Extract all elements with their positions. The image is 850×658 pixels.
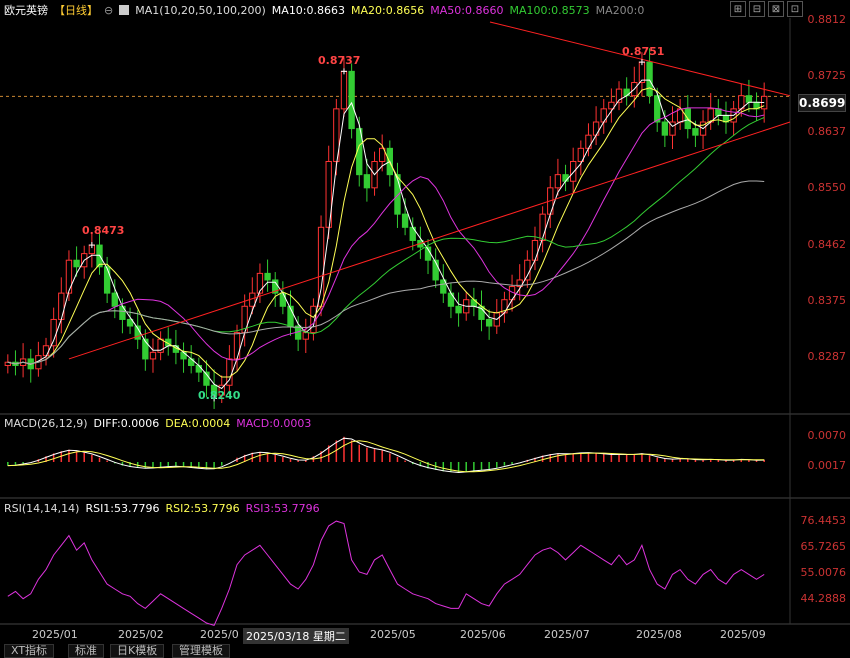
current-price-tag: 0.8699 [798,94,846,112]
minimize-panel-icon[interactable]: ⊟ [749,1,765,17]
candle-body [310,305,317,334]
candle-body [73,259,80,268]
ma10-value: MA10:0.8663 [271,3,346,17]
date-label: 2025/09 [720,628,766,641]
date-label: 2025/07 [544,628,590,641]
ma-indicator-icon[interactable] [119,5,130,15]
chart-svg[interactable] [0,0,850,652]
candle-body [592,121,600,136]
candle-body [233,332,241,360]
price-tick: 0.8462 [807,238,847,251]
candle-body [363,174,371,189]
chart-header: 欧元英镑 【日线】 ⊖ MA1(10,20,50,100,200) MA10:0… [4,2,644,18]
high-annotation: 0.8473 [82,224,125,237]
candle-body [485,318,493,327]
date-label: 2025/01 [32,628,78,641]
candle-body [279,292,287,307]
date-label: 2025/02 [118,628,164,641]
rsi1-value: RSI1:53.7796 [85,502,160,515]
rsi2-value: RSI2:53.7796 [165,502,240,515]
rsi3-value: RSI3:53.7796 [245,502,320,515]
candle-body [65,259,73,294]
candle-body [692,128,699,136]
price-tick: 0.8287 [807,350,847,363]
period-label[interactable]: 【日线】 [54,2,98,18]
candle-body [554,174,562,189]
candle-body [524,259,531,281]
crosshair-date: 2025/03/18 星期二 [243,628,349,644]
support-trendline [68,121,791,360]
candle-body [455,305,462,314]
macd-dea: DEA:0.0004 [165,417,231,430]
price-tick: 0.8550 [807,181,847,194]
candle-body [531,239,539,261]
macd-dea-line [7,440,765,473]
low-annotation: 0.8240 [198,389,241,402]
rsi-tick: 55.0076 [800,566,847,579]
date-label: 2025/08 [636,628,682,641]
macd-diff-line [7,437,765,474]
ma50-value: MA50:0.8660 [430,3,504,17]
candle-body [180,351,187,360]
ma100-value: MA100:0.8573 [509,3,590,17]
ma200-value: MA200:0 [595,3,645,17]
chart-stage[interactable] [0,0,850,652]
candle-body [42,345,50,357]
macd-header: MACD(26,12,9) DIFF:0.0006 DEA:0.0004 MAC… [4,417,311,431]
toggle-icon[interactable]: ⊖ [104,4,113,17]
candle-body [264,272,271,281]
maximize-panel-icon[interactable]: ⊡ [787,1,803,17]
symbol-name[interactable]: 欧元英镑 [4,2,48,18]
rsi-tick: 65.7265 [800,540,847,553]
candle-body [50,318,57,347]
high-annotation: 0.8737 [318,54,361,67]
candle-body [646,61,653,97]
tab-standard[interactable]: 标准 [68,644,104,658]
rsi-line [7,520,765,627]
close-panel-icon[interactable]: ⊠ [768,1,784,17]
high-annotation: 0.8751 [622,45,665,58]
tab-xt-indicator[interactable]: XT指标 [4,644,55,658]
layout-grid-icon[interactable]: ⊞ [730,1,746,17]
candle-body [401,213,409,228]
date-label: 2025/0 [200,628,239,641]
macd-tick: 0.0017 [807,459,847,472]
candle-body [302,332,309,340]
rsi-tick: 44.2888 [800,592,847,605]
candle-body [340,70,348,110]
candle-body [317,226,325,307]
candle-body [195,365,202,373]
rsi-title[interactable]: RSI(14,14,14) [4,502,79,516]
candle-body [103,266,111,294]
candle-body [570,160,577,182]
candle-body [111,292,118,307]
price-tick: 0.8375 [807,294,847,307]
tab-daily-template[interactable]: 日K模板 [110,644,165,658]
candle-body [58,292,65,320]
macd-title[interactable]: MACD(26,12,9) [4,417,88,431]
candle-body [562,174,569,182]
candle-body [539,213,546,241]
candle-body [745,95,753,103]
price-tick: 0.8725 [807,69,847,82]
price-tick: 0.8812 [807,13,847,26]
candle-body [638,61,646,84]
date-label: 2025/06 [460,628,506,641]
ma20-value: MA20:0.8656 [351,3,425,17]
rsi-tick: 76.4453 [800,514,847,527]
macd-value: MACD:0.0003 [236,417,312,430]
candle-body [661,121,669,136]
macd-diff: DIFF:0.0006 [93,417,160,430]
candle-body [149,351,157,360]
tab-manage-template[interactable]: 管理模板 [172,644,230,658]
candle-body [348,70,355,130]
candle-body [585,134,592,149]
ma-header-label[interactable]: MA1(10,20,50,100,200) [135,4,266,17]
price-tick: 0.8637 [807,125,847,138]
date-label: 2025/05 [370,628,416,641]
rsi-header: RSI(14,14,14) RSI1:53.7796 RSI2:53.7796 … [4,502,320,516]
macd-tick: 0.0070 [807,429,847,442]
